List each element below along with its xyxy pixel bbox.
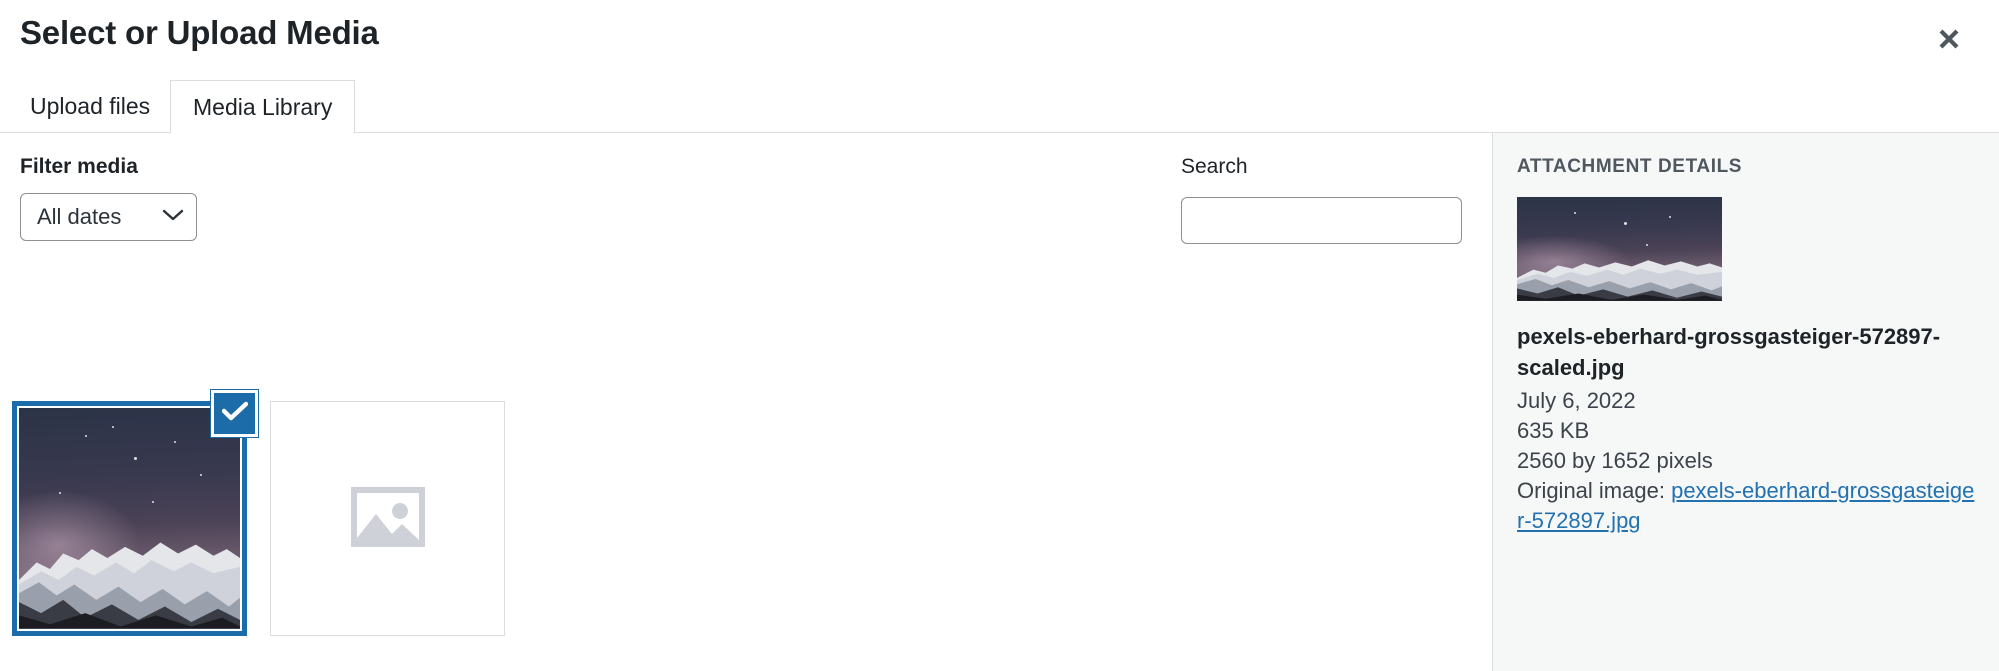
search-input[interactable] (1181, 197, 1462, 244)
close-button[interactable] (1927, 17, 1971, 61)
search-label: Search (1181, 155, 1248, 178)
attachment-date: July 6, 2022 (1517, 388, 1636, 413)
image-placeholder-icon (350, 478, 426, 559)
content-pane: Filter media All dates Search (0, 133, 1492, 671)
tab-media-library[interactable]: Media Library (170, 80, 356, 134)
attachment-original-image: Original image: pexels-eberhard-grossgas… (1517, 476, 1977, 536)
media-item-placeholder[interactable] (270, 401, 505, 636)
original-image-label: Original image: (1517, 478, 1665, 503)
date-filter-value: All dates (37, 204, 122, 229)
attachment-filename: pexels-eberhard-grossgasteiger-572897-sc… (1517, 324, 1941, 380)
chevron-down-icon (162, 208, 184, 227)
media-modal: Select or Upload Media Upload files Medi… (0, 0, 1999, 671)
attachment-filesize: 635 KB (1517, 418, 1590, 443)
media-item-selected[interactable] (12, 390, 258, 636)
attachment-thumbnail[interactable] (1517, 197, 1722, 301)
media-thumbnail-image (19, 408, 240, 629)
close-icon (1936, 26, 1962, 52)
tab-upload-files[interactable]: Upload files (8, 80, 172, 133)
checkmark-icon (221, 401, 248, 426)
attachment-dimensions: 2560 by 1652 pixels (1517, 448, 1713, 473)
selection-checkmark-badge[interactable] (211, 390, 258, 437)
filter-media-label: Filter media (20, 155, 138, 178)
attachment-details-pane: ATTACHMENT DETAILS pexels-eberhard-gross… (1492, 133, 1999, 671)
modal-header: Select or Upload Media (0, 0, 1999, 83)
modal-body: Filter media All dates Search ATTACHMENT… (0, 133, 1999, 671)
date-filter-select[interactable]: All dates (20, 193, 197, 241)
tab-bar: Upload files Media Library (0, 80, 1999, 134)
page-title: Select or Upload Media (20, 14, 379, 51)
attachment-details-heading: ATTACHMENT DETAILS (1517, 156, 1743, 177)
